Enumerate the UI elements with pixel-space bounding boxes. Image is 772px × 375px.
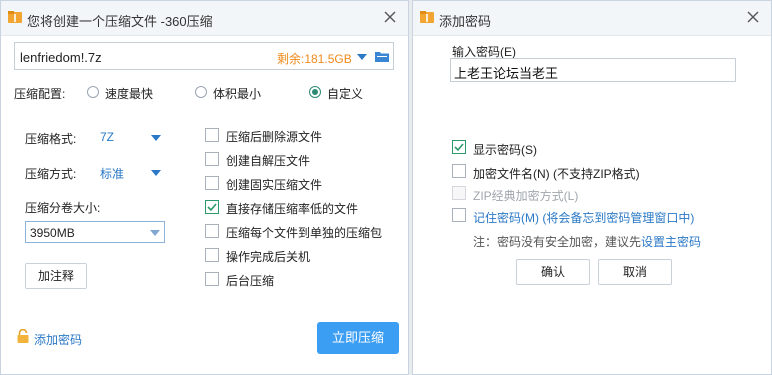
volume-label: 压缩分卷大小:	[25, 201, 101, 215]
folder-icon[interactable]	[375, 51, 389, 62]
radio-smallest-label: 体积最小	[213, 87, 262, 101]
add-password-dialog: 添加密码 输入密码(E) 上老王论坛当老王 显示密码(S) 加密文件名(N) (…	[412, 0, 772, 375]
solid-archive-checkbox[interactable]	[205, 176, 219, 190]
encrypt-filenames-checkbox[interactable]	[452, 164, 466, 178]
separate-archives-label: 压缩每个文件到单独的压缩包	[226, 226, 383, 240]
archive-app-icon	[420, 11, 434, 23]
archive-path-value: lenfriedom!.7z	[20, 50, 102, 65]
store-low-ratio-label: 直接存储压缩率低的文件	[226, 202, 359, 216]
add-comment-button[interactable]: 加注释	[25, 263, 87, 289]
delete-source-checkbox[interactable]	[205, 128, 219, 142]
compress-dialog: 您将创建一个压缩文件 -360压缩 lenfriedom!.7z 剩余:181.…	[0, 0, 409, 375]
set-master-password-link[interactable]: 设置主密码	[641, 233, 701, 250]
zip-classic-checkbox	[452, 186, 466, 200]
store-low-ratio-checkbox[interactable]	[205, 200, 219, 214]
radio-custom[interactable]	[309, 86, 321, 98]
self-extract-label: 创建自解压文件	[226, 154, 311, 168]
compress-dialog-titlebar: 您将创建一个压缩文件 -360压缩	[1, 1, 408, 36]
volume-size-value: 3950MB	[30, 226, 75, 240]
volume-dropdown-icon[interactable]	[150, 230, 160, 236]
method-select[interactable]: 标准	[100, 165, 124, 182]
password-dialog-titlebar: 添加密码	[413, 1, 771, 36]
compress-dialog-title: 您将创建一个压缩文件 -360压缩	[27, 14, 213, 29]
show-password-checkbox[interactable]	[452, 140, 466, 154]
radio-smallest[interactable]	[195, 86, 207, 98]
format-select[interactable]: 7Z	[100, 130, 114, 144]
encrypt-filenames-label: 加密文件名(N) (不支持ZIP格式)	[473, 167, 640, 181]
close-icon[interactable]	[382, 9, 398, 25]
confirm-button[interactable]: 确认	[516, 259, 590, 285]
password-input-value: 上老王论坛当老王	[454, 66, 559, 81]
path-dropdown-icon[interactable]	[357, 54, 367, 60]
solid-archive-label: 创建固实压缩文件	[226, 178, 323, 192]
separate-archives-checkbox[interactable]	[205, 224, 219, 238]
radio-fastest[interactable]	[87, 86, 99, 98]
shutdown-label: 操作完成后关机	[226, 250, 311, 264]
password-dialog-title: 添加密码	[439, 14, 492, 29]
self-extract-checkbox[interactable]	[205, 152, 219, 166]
security-note: 注：密码没有安全加密，建议先	[473, 235, 642, 249]
show-password-label: 显示密码(S)	[473, 143, 537, 157]
format-label: 压缩格式:	[25, 132, 77, 146]
radio-fastest-label: 速度最快	[105, 87, 154, 101]
free-space-label: 剩余:181.5GB	[277, 52, 352, 66]
remember-password-label[interactable]: 记住密码(M) (将会备忘到密码管理窗口中)	[473, 209, 694, 226]
archive-path-field[interactable]: lenfriedom!.7z 剩余:181.5GB	[14, 42, 394, 70]
checkmark-icon	[207, 203, 217, 212]
background-label: 后台压缩	[226, 274, 275, 288]
close-icon[interactable]	[745, 9, 761, 25]
start-compress-button[interactable]: 立即压缩	[317, 322, 399, 354]
method-label: 压缩方式:	[25, 167, 77, 181]
background-checkbox[interactable]	[205, 272, 219, 286]
checkmark-icon	[454, 143, 464, 152]
delete-source-label: 压缩后删除源文件	[226, 130, 323, 144]
zip-classic-label: ZIP经典加密方式(L)	[473, 189, 579, 203]
archive-app-icon	[8, 11, 22, 23]
config-label: 压缩配置:	[14, 87, 66, 101]
method-dropdown-icon[interactable]	[151, 170, 161, 176]
format-dropdown-icon[interactable]	[151, 135, 161, 141]
radio-custom-label: 自定义	[327, 87, 364, 101]
password-input[interactable]: 上老王论坛当老王	[450, 58, 736, 82]
lock-icon	[17, 329, 29, 343]
volume-size-select[interactable]: 3950MB	[25, 221, 165, 243]
cancel-button[interactable]: 取消	[598, 259, 672, 285]
remember-password-checkbox[interactable]	[452, 208, 466, 222]
add-password-link[interactable]: 添加密码	[34, 331, 82, 348]
shutdown-checkbox[interactable]	[205, 248, 219, 262]
